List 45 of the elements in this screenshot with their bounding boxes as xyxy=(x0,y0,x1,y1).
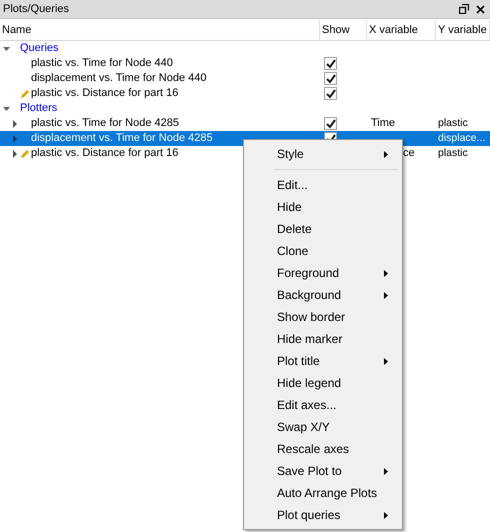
column-header[interactable]: Y variable xyxy=(436,20,490,40)
table-cell: plastic xyxy=(438,146,468,159)
menu-item[interactable]: Show border xyxy=(244,306,402,328)
menu-item[interactable]: Hide xyxy=(244,196,402,218)
row-name: plastic vs. Time for Node 4285 xyxy=(31,116,179,132)
menu-item[interactable]: Delete xyxy=(244,218,402,240)
column-header[interactable]: X variable xyxy=(367,20,436,40)
expand-arrow-icon[interactable] xyxy=(11,150,19,158)
menu-item[interactable]: Style xyxy=(244,143,402,165)
row-name: plastic vs. Distance for part 16 xyxy=(31,146,178,162)
close-icon[interactable] xyxy=(476,4,485,14)
group-label[interactable]: Plotters xyxy=(20,100,58,117)
menu-item[interactable]: Hide marker xyxy=(244,328,402,350)
collapse-arrow-icon[interactable] xyxy=(3,104,11,112)
menu-item[interactable]: Auto Arrange Plots xyxy=(244,482,402,504)
menu-item[interactable]: Plot title xyxy=(244,350,402,372)
menu-item[interactable]: Edit axes... xyxy=(244,394,402,416)
expand-arrow-icon[interactable] xyxy=(11,120,19,128)
row-name: plastic vs. Time for Node 440 xyxy=(31,56,173,72)
checkbox[interactable] xyxy=(324,57,337,70)
checkbox[interactable] xyxy=(324,117,337,130)
menu-item[interactable]: Background xyxy=(244,284,402,306)
collapse-arrow-icon[interactable] xyxy=(3,44,11,52)
panel-title: Plots/Queries xyxy=(3,2,70,17)
checkbox[interactable] xyxy=(324,87,337,100)
menu-item[interactable]: Plot queries xyxy=(244,504,402,526)
menu-item[interactable]: Edit... xyxy=(244,174,402,196)
menu-item[interactable]: Save Plot to xyxy=(244,460,402,482)
group-label[interactable]: Queries xyxy=(20,40,59,57)
table-cell: Time xyxy=(371,117,396,130)
table-cell: ce xyxy=(403,147,415,160)
menu-item[interactable]: Rescale axes xyxy=(244,438,402,460)
column-header[interactable]: Show xyxy=(320,20,367,40)
table-cell: displace... xyxy=(438,132,486,144)
row-name: displacement vs. Time for Node 440 xyxy=(31,71,206,86)
menu-item[interactable]: Foreground xyxy=(244,262,402,284)
table-cell: plastic xyxy=(438,116,468,129)
menu-item[interactable]: Hide legend xyxy=(244,372,402,394)
menu-item[interactable]: Swap X/Y xyxy=(244,416,402,438)
restore-icon[interactable] xyxy=(459,4,469,14)
column-header[interactable]: Name xyxy=(0,20,320,40)
menu-item[interactable]: Clone xyxy=(244,240,402,262)
row-name: displacement vs. Time for Node 4285 xyxy=(31,131,213,146)
checkbox[interactable] xyxy=(324,72,337,85)
row-name: plastic vs. Distance for part 16 xyxy=(31,86,178,102)
